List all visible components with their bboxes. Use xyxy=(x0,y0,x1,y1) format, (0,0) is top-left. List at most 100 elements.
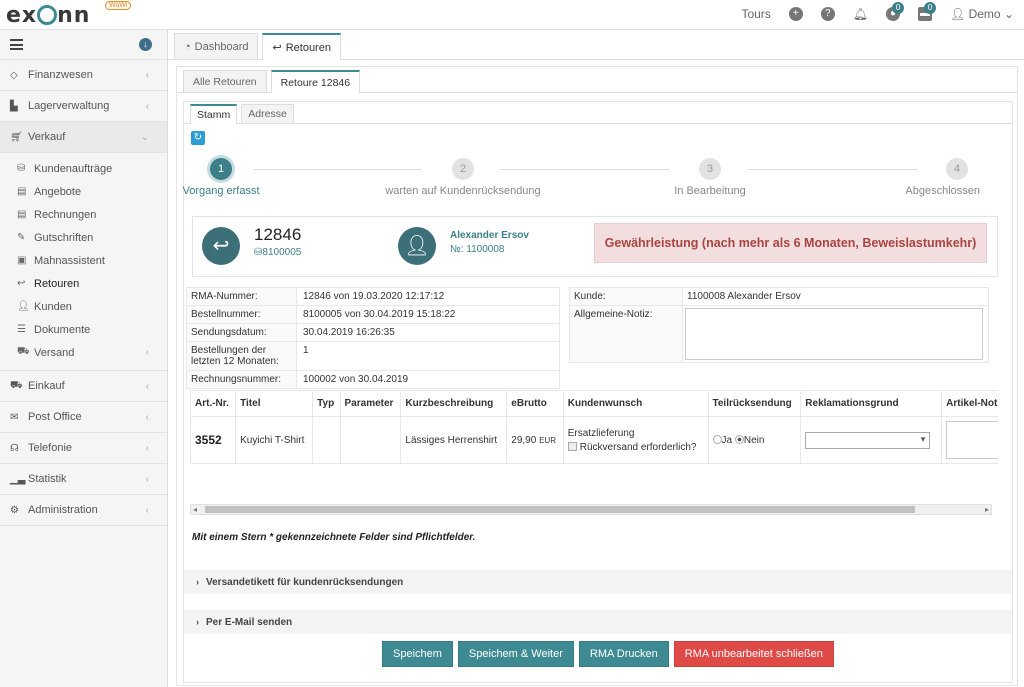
general-note-textarea[interactable] xyxy=(685,308,983,360)
chevron-left-icon: ‹ xyxy=(145,442,149,454)
return-icon: ↩ xyxy=(272,42,282,54)
warehouse-icon: ▙ xyxy=(10,100,18,112)
chevron-left-icon: ‹ xyxy=(145,100,149,112)
sidebar-item-retouren[interactable]: ↩ Retouren xyxy=(0,272,167,295)
user-menu[interactable]: 👤︎ Demo ⌄ xyxy=(950,7,1014,21)
sidebar-item-angebote[interactable]: ▤ Angebote xyxy=(0,180,167,203)
sidebar-item-lagerverwaltung[interactable]: ▙ Lagerverwaltung ‹ xyxy=(0,91,167,122)
step-1: 1 Vorgang erfasst xyxy=(182,158,260,197)
sidebar-item-administration[interactable]: ⚙ Administration ‹ xyxy=(0,495,167,526)
chart-icon: ▁▃ xyxy=(10,473,26,485)
tab-adresse[interactable]: Adresse xyxy=(241,104,294,123)
versandetikett-section[interactable]: › Versandetikett für kundenrücksendungen xyxy=(184,570,1012,594)
sidebar-item-post-office[interactable]: ✉ Post Office ‹ xyxy=(0,402,167,433)
sidebar-item-mahnassistent[interactable]: ▣ Mahnassistent xyxy=(0,249,167,272)
return-icon: ↩ xyxy=(202,227,240,265)
table-row: 3552 Kuyichi T-Shirt Lässiges Herrenshir… xyxy=(190,416,998,464)
app-logo[interactable]: ex nn xyxy=(6,3,90,28)
chevron-left-icon: ‹ xyxy=(145,380,149,392)
chevron-left-icon: ‹ xyxy=(145,69,149,81)
save-next-button[interactable]: Speichem & Weiter xyxy=(457,641,574,667)
chevron-down-icon: ⌄ xyxy=(140,131,149,143)
step-4: 4 Abgeschlossen xyxy=(905,158,980,197)
message-count: 0 xyxy=(924,2,937,14)
order-reference[interactable]: ⛁8100005 xyxy=(254,247,301,258)
refresh-icon[interactable]: ↻ xyxy=(191,131,205,145)
sidebar-item-rechnungen[interactable]: ▤ Rechnungen xyxy=(0,203,167,226)
top-bar: ex nn WaWi Tours + ? 🔔︎ ● 0 ▬ 0 👤︎ Demo ⌄ xyxy=(0,0,1024,30)
partial-return-yes-radio[interactable] xyxy=(712,434,722,444)
help-icon[interactable]: ? xyxy=(820,7,835,21)
gear-icon: ⚙ xyxy=(10,504,19,516)
orders-icon: ⛁ xyxy=(17,163,26,174)
sidebar-item-finanzwesen[interactable]: ◇ Finanzwesen ‹ xyxy=(0,60,167,91)
sidebar-item-verkauf[interactable]: 🛒︎ Verkauf ⌄ xyxy=(0,122,167,153)
dashboard-icon: ◔ xyxy=(184,40,191,53)
chevron-left-icon: ‹ xyxy=(145,473,149,485)
bell-icon[interactable]: 🔔︎ xyxy=(853,7,868,21)
tours-link[interactable]: Tours xyxy=(741,7,770,21)
messages-icon[interactable]: ▬ 0 xyxy=(918,2,937,21)
sidebar-item-statistik[interactable]: ▁▃ Statistik ‹ xyxy=(0,464,167,495)
envelope-icon: ✉ xyxy=(10,411,19,423)
retoure-detail: Stamm Adresse ↻ 1 Vorgang erfasst 2 warten… xyxy=(182,101,1013,683)
retoure-panel: Alle Retouren Retoure 12846 Stamm Adress… xyxy=(176,66,1018,686)
step-3: 3 In Bearbeitung xyxy=(674,158,746,197)
print-rma-button[interactable]: RMA Drucken xyxy=(578,641,669,667)
customer-name[interactable]: Alexander Ersov xyxy=(450,230,529,241)
scroll-left-icon[interactable]: ◂ xyxy=(193,505,197,514)
complaint-reason-select[interactable] xyxy=(805,431,931,449)
tab-alle-retouren[interactable]: Alle Retouren xyxy=(183,70,267,92)
notification-count: 0 xyxy=(892,2,905,14)
sidebar-item-dokumente[interactable]: ☰ Dokumente xyxy=(0,318,167,341)
sidebar-item-kundenauftraege[interactable]: ⛁ Kundenaufträge xyxy=(0,157,167,180)
download-icon[interactable]: ↓ xyxy=(139,38,152,51)
partial-return-no-radio[interactable] xyxy=(734,434,744,444)
shipping-icon: ⛟ xyxy=(17,346,30,357)
database-icon: ☰ xyxy=(17,324,26,335)
headset-icon: ☊ xyxy=(10,442,19,454)
add-icon[interactable]: + xyxy=(788,7,803,21)
sidebar-item-versand[interactable]: ⛟ Versand ‹ xyxy=(0,341,167,364)
verkauf-submenu: ⛁ Kundenaufträge ▤ Angebote ▤ Rechnungen ✎ G… xyxy=(0,153,167,371)
document-icon: ▤ xyxy=(17,186,27,197)
tab-retoure-12846[interactable]: Retoure 12846 xyxy=(270,70,361,93)
customer-info-table: Kunde: 1100008 Alexander Ersov Allgemeine… xyxy=(569,287,989,363)
user-icon: 👤︎ xyxy=(17,301,30,312)
action-buttons: Speichem Speichem & Weiter RMA Drucken R… xyxy=(382,641,834,667)
close-rma-button[interactable]: RMA unbearbeitet schließen xyxy=(673,641,834,667)
scroll-thumb[interactable] xyxy=(205,506,915,513)
sidebar-item-telefonie[interactable]: ☊ Telefonie ‹ xyxy=(0,433,167,464)
tab-dashboard[interactable]: ◔ Dashboard xyxy=(174,33,259,59)
chevron-left-icon: ‹ xyxy=(145,504,149,516)
tab-retouren[interactable]: ↩ Retouren xyxy=(262,33,341,60)
reminder-icon: ▣ xyxy=(17,255,27,266)
diamond-icon: ◇ xyxy=(10,69,18,81)
wawi-badge: WaWi xyxy=(105,1,132,10)
notifications-icon[interactable]: ● 0 xyxy=(886,2,905,21)
sidebar-item-einkauf[interactable]: ⛟ Einkauf ‹ xyxy=(0,371,167,402)
save-button[interactable]: Speichem xyxy=(382,641,453,667)
scroll-right-icon[interactable]: ▸ xyxy=(985,505,989,514)
tab-stamm[interactable]: Stamm xyxy=(190,104,238,124)
progress-steps: 1 Vorgang erfasst 2 warten auf Kundenrücks… xyxy=(182,158,1012,198)
invoice-icon: ▤ xyxy=(17,209,27,220)
credit-note-icon: ✎ xyxy=(17,232,26,243)
article-table-wrapper: Art.-Nr. Titel Typ Parameter Kurzbeschreibun… xyxy=(190,390,998,500)
warranty-alert: Gewährleistung (nach mehr als 6 Monaten,… xyxy=(594,223,987,263)
article-note-textarea[interactable] xyxy=(946,421,998,459)
email-section[interactable]: › Per E-Mail senden xyxy=(184,610,1012,634)
required-fields-note: Mit einem Stern * gekennzeichnete Felder… xyxy=(192,532,476,543)
rma-number: 12846 xyxy=(254,225,302,244)
horizontal-scrollbar[interactable]: ◂ ▸ xyxy=(190,504,992,515)
cart-icon: 🛒︎ xyxy=(10,131,23,143)
return-icon: ↩ xyxy=(17,278,26,289)
sidebar: ↓ ◇ Finanzwesen ‹ ▙ Lagerverwaltung ‹ 🛒︎ Verk… xyxy=(0,30,168,687)
article-table: Art.-Nr. Titel Typ Parameter Kurzbeschreibun… xyxy=(190,390,998,464)
sidebar-item-gutschriften[interactable]: ✎ Gutschriften xyxy=(0,226,167,249)
menu-toggle-icon[interactable] xyxy=(10,39,23,50)
chevron-right-icon: › xyxy=(196,577,199,587)
user-icon: 👤︎ xyxy=(398,227,436,265)
sidebar-item-kunden[interactable]: 👤︎ Kunden xyxy=(0,295,167,318)
return-required-checkbox[interactable] xyxy=(567,441,577,451)
